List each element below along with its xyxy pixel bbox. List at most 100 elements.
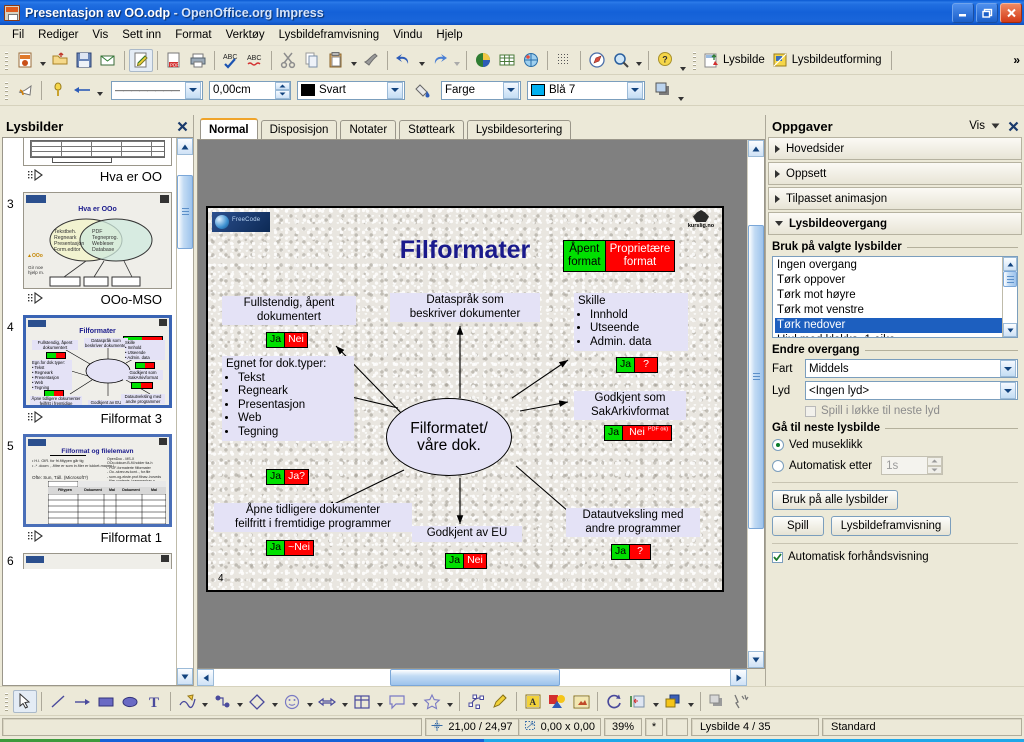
slide-canvas[interactable]: FreeCode kurslig.no Filformater Åpent fo… — [198, 140, 747, 668]
slide-thumbnail[interactable]: Hva er OOo Tekstbeh. Regneark Presentasjon… — [23, 192, 172, 289]
curve-dropdown[interactable] — [199, 690, 210, 713]
paste-dropdown[interactable] — [348, 49, 359, 72]
line-fill-toolbar-grip[interactable] — [3, 79, 10, 101]
table-icon[interactable] — [495, 49, 519, 72]
copy-icon[interactable] — [300, 49, 324, 72]
line-width-spinner[interactable] — [275, 81, 290, 99]
stars-icon[interactable] — [420, 690, 444, 713]
callout-icon[interactable] — [385, 690, 409, 713]
redo-icon[interactable] — [427, 49, 451, 72]
scroll-up-button[interactable] — [748, 140, 764, 157]
transition-option-tork-nedover[interactable]: Tørk nedover — [775, 318, 1002, 333]
slide-thumbnail[interactable] — [23, 138, 172, 166]
glue-points-icon[interactable] — [488, 690, 512, 713]
zoom-field[interactable]: 39% — [604, 718, 642, 736]
menu-item-rediger[interactable]: Rediger — [31, 27, 85, 43]
scroll-up-button[interactable] — [177, 138, 193, 155]
sound-combo[interactable]: <Ingen lyd> — [805, 381, 1018, 400]
scroll-right-button[interactable] — [730, 669, 747, 686]
arrow-icon[interactable] — [70, 690, 94, 713]
scroll-thumb[interactable] — [1003, 271, 1017, 287]
line-icon[interactable] — [46, 690, 70, 713]
interaction-icon[interactable] — [729, 690, 753, 713]
canvas-horizontal-scrollbar[interactable] — [197, 669, 747, 686]
speed-dropdown-icon[interactable] — [1000, 360, 1016, 377]
gallery-icon[interactable] — [569, 690, 593, 713]
scroll-left-button[interactable] — [197, 669, 214, 686]
menu-item-verktoy[interactable]: Verktøy — [219, 27, 272, 43]
save-document-icon[interactable] — [72, 49, 96, 72]
transition-list-scrollbar[interactable] — [1002, 257, 1017, 337]
automatic-delay-field[interactable]: 1s — [881, 456, 944, 475]
select-icon[interactable] — [13, 689, 37, 713]
menu-item-lysbildeframvisning[interactable]: Lysbildeframvisning — [272, 27, 387, 43]
transition-option-tork-mot-venstre[interactable]: Tørk mot venstre — [775, 303, 1002, 318]
menu-item-sett-inn[interactable]: Sett inn — [115, 27, 168, 43]
box-skille[interactable]: Skille Innhold Utseende Admin. data — [574, 293, 688, 352]
clone-formatting-icon[interactable] — [359, 49, 383, 72]
arrange-icon[interactable] — [661, 690, 685, 713]
print-icon[interactable] — [186, 49, 210, 72]
paste-icon[interactable] — [324, 49, 348, 72]
slide-thumbnail[interactable]: Filformater Fullstendig, åpent dokumente… — [23, 315, 172, 408]
automatically-after-row[interactable]: Automatisk etter 1s — [772, 456, 1018, 475]
slide-content[interactable]: FreeCode kurslig.no Filformater Åpent fo… — [206, 206, 724, 592]
stars-dropdown[interactable] — [444, 690, 455, 713]
arrange-dropdown[interactable] — [685, 690, 696, 713]
list-item[interactable]: 3 Hva er OOo Tekstbeh. Regneark Presenta… — [3, 189, 176, 312]
scroll-down-button[interactable] — [748, 651, 764, 668]
connector-dropdown[interactable] — [234, 690, 245, 713]
text-icon[interactable]: T — [142, 690, 166, 713]
scroll-down-button[interactable] — [177, 668, 193, 685]
box-apne-tidligere[interactable]: Åpne tidligere dokumenter feilfritt i fre… — [214, 503, 412, 533]
shadow-icon[interactable] — [651, 79, 675, 102]
flowchart-icon[interactable] — [350, 690, 374, 713]
hyperlink-icon[interactable] — [585, 49, 609, 72]
open-document-icon[interactable] — [48, 49, 72, 72]
transition-option-tork-oppover[interactable]: Tørk oppover — [775, 273, 1002, 288]
cut-icon[interactable] — [276, 49, 300, 72]
menu-item-format[interactable]: Format — [168, 27, 218, 43]
sound-dropdown-icon[interactable] — [1000, 382, 1016, 399]
transition-list-items[interactable]: Ingen overgang Tørk oppover Tørk mot høy… — [773, 257, 1002, 337]
redo-dropdown[interactable] — [451, 49, 462, 72]
edit-file-icon[interactable] — [129, 48, 153, 72]
accordion-hovedsider[interactable]: Hovedsider — [768, 137, 1022, 160]
rotate-icon[interactable] — [602, 690, 626, 713]
new-document-dropdown[interactable] — [37, 49, 48, 72]
undo-dropdown[interactable] — [416, 49, 427, 72]
on-mouse-click-radio[interactable] — [772, 439, 784, 451]
scroll-thumb[interactable] — [390, 669, 560, 686]
task-pane-close-icon[interactable] — [1006, 119, 1020, 133]
block-arrows-icon[interactable] — [315, 690, 339, 713]
chart-icon[interactable] — [471, 49, 495, 72]
automatic-delay-spinner[interactable] — [927, 457, 943, 474]
arrow-style-dropdown[interactable] — [94, 79, 105, 102]
slides-scroll-region[interactable]: Hva er OO 3 Hva er OOo Tekstbeh. Regnear… — [3, 138, 176, 685]
scroll-track[interactable] — [1003, 271, 1017, 323]
task-pane-view-label[interactable]: Vis — [969, 120, 985, 132]
shadow-icon[interactable] — [705, 690, 729, 713]
zoom-icon[interactable] — [609, 49, 633, 72]
drawing-toolbar-grip[interactable] — [3, 690, 10, 712]
edit-points-icon[interactable] — [13, 79, 37, 102]
email-document-icon[interactable] — [96, 49, 120, 72]
restore-button[interactable] — [976, 2, 998, 23]
list-item[interactable]: Hva er OO — [3, 138, 176, 189]
close-button[interactable] — [1000, 2, 1022, 23]
area-style-icon[interactable] — [411, 79, 435, 102]
tab-stotteark[interactable]: Støtteark — [399, 120, 464, 139]
autospellcheck-icon[interactable]: ABC — [243, 49, 267, 72]
block-arrows-dropdown[interactable] — [339, 690, 350, 713]
scroll-track[interactable] — [748, 157, 764, 651]
connector-icon[interactable] — [210, 690, 234, 713]
slide-design-button[interactable]: Lysbildeutforming — [770, 52, 887, 69]
automatic-preview-row[interactable]: Automatisk forhåndsvisning — [772, 551, 1018, 563]
alignment-dropdown[interactable] — [650, 690, 661, 713]
presentation-toolbar-grip[interactable] — [691, 49, 698, 71]
slides-panel-scrollbar[interactable] — [176, 138, 193, 685]
box-fullstendig[interactable]: Fullstendig, åpent dokumentert — [222, 296, 356, 326]
apply-to-all-slides-button[interactable]: Bruk på alle lysbilder — [772, 490, 899, 510]
accordion-lysbildeovergang[interactable]: Lysbildeovergang — [768, 212, 1022, 235]
box-egnet[interactable]: Egnet for dok.typer: Tekst Regneark Pres… — [222, 356, 354, 442]
